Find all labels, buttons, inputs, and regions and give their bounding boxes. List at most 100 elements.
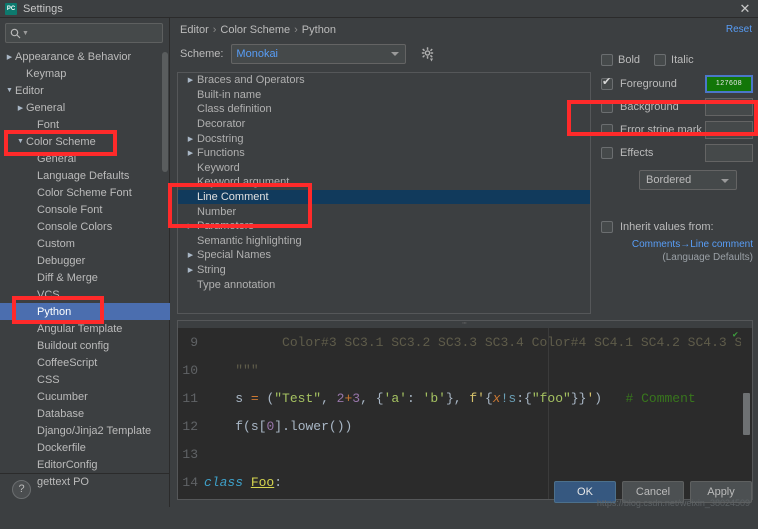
sidebar-item-language-defaults[interactable]: Language Defaults <box>0 167 170 184</box>
sidebar-item-python[interactable]: Python <box>0 303 170 320</box>
attribute-item-docstring[interactable]: ▶ Docstring <box>178 131 590 146</box>
attribute-item-type-annotation[interactable]: Type annotation <box>178 277 590 292</box>
breadcrumb-item[interactable]: Python <box>302 24 336 36</box>
code-token: , <box>360 390 376 406</box>
effects-type-select[interactable]: Bordered <box>639 170 737 190</box>
italic-option[interactable]: Italic <box>654 54 694 66</box>
sidebar-item-appearance-behavior[interactable]: ▶ Appearance & Behavior <box>0 48 170 65</box>
italic-checkbox[interactable] <box>654 54 667 66</box>
background-color-swatch[interactable] <box>705 97 753 116</box>
attribute-item-label: Functions <box>197 147 245 160</box>
sidebar-item-coffeescript[interactable]: CoffeeScript <box>0 354 170 371</box>
bold-checkbox[interactable] <box>601 54 613 66</box>
chevron-right-icon[interactable]: ▶ <box>184 135 197 143</box>
attribute-item-braces-and-operators[interactable]: ▶ Braces and Operators <box>178 73 590 88</box>
sidebar-item-database[interactable]: Database <box>0 405 170 422</box>
preview-splitter[interactable]: ⋯ <box>178 321 752 328</box>
chevron-down-icon[interactable]: ▼ <box>4 87 15 94</box>
attribute-item-decorator[interactable]: Decorator <box>178 117 590 132</box>
code-token: }} <box>570 390 587 406</box>
chevron-right-icon[interactable]: ▶ <box>184 76 197 84</box>
sidebar-item-label: Diff & Merge <box>37 271 98 284</box>
sidebar-item-css[interactable]: CSS <box>0 371 170 388</box>
code-line: 11 s = ("Test", 2+3, {'a': 'b'}, f'{x!s:… <box>178 384 752 412</box>
sidebar-item-dockerfile[interactable]: Dockerfile <box>0 439 170 456</box>
chevron-right-icon[interactable]: ▶ <box>4 53 15 61</box>
error-stripe-color-swatch[interactable] <box>705 120 753 139</box>
sidebar-item-angular-template[interactable]: Angular Template <box>0 320 170 337</box>
effects-type-value: Bordered <box>646 174 692 186</box>
effects-checkbox[interactable] <box>601 146 613 159</box>
title-bar: PC Settings ✕ <box>0 0 758 18</box>
code-preview[interactable]: ⋯ 9 Color#3 SC3.1 SC3.2 SC3.3 SC3.4 Colo… <box>177 320 753 500</box>
scheme-selected-value: Monokai <box>236 48 278 60</box>
sidebar-item-color-scheme[interactable]: ▼ Color Scheme <box>0 133 170 150</box>
error-stripe-checkbox[interactable] <box>601 123 613 136</box>
attribute-item-string[interactable]: ▶ String <box>178 263 590 278</box>
sidebar-item-django-jinja2-template[interactable]: Django/Jinja2 Template <box>0 422 170 439</box>
attribute-item-label: Semantic highlighting <box>197 234 302 247</box>
chevron-down-icon[interactable]: ▼ <box>15 138 26 145</box>
sidebar-item-diff-merge[interactable]: Diff & Merge <box>0 269 170 286</box>
chevron-right-icon[interactable]: ▶ <box>184 222 197 230</box>
sidebar-item-buildout-config[interactable]: Buildout config <box>0 337 170 354</box>
attribute-item-keyword[interactable]: Keyword <box>178 161 590 176</box>
code-token: 'a' <box>383 390 407 406</box>
sidebar-item-general[interactable]: ▶ General <box>0 99 170 116</box>
attribute-item-line-comment[interactable]: Line Comment <box>178 189 590 205</box>
editor-scrollbar-thumb[interactable] <box>743 393 750 435</box>
sidebar-item-debugger[interactable]: Debugger <box>0 252 170 269</box>
attribute-item-keyword-argument[interactable]: Keyword argument <box>178 175 590 190</box>
sidebar-item-general[interactable]: General <box>0 150 170 167</box>
background-checkbox[interactable] <box>601 100 613 113</box>
chevron-right-icon[interactable]: ▶ <box>15 104 26 112</box>
editor-scrollbar[interactable] <box>741 328 752 499</box>
sidebar-item-color-scheme-font[interactable]: Color Scheme Font <box>0 184 170 201</box>
code-token: s <box>235 390 251 406</box>
bold-option[interactable]: Bold <box>601 54 640 66</box>
close-icon[interactable]: ✕ <box>738 2 752 16</box>
attribute-item-special-names[interactable]: ▶ Special Names <box>178 248 590 263</box>
inherit-source-link[interactable]: Comments→Line comment <box>601 238 753 251</box>
attribute-item-parameters[interactable]: ▶ Parameters <box>178 219 590 234</box>
svg-text:▾: ▾ <box>430 58 433 63</box>
search-dropdown-caret[interactable]: ▼ <box>22 30 29 37</box>
breadcrumb-item[interactable]: Color Scheme <box>220 24 290 36</box>
sidebar-item-console-font[interactable]: Console Font <box>0 201 170 218</box>
foreground-color-swatch[interactable]: 127608 <box>705 74 753 93</box>
scheme-select[interactable]: Monokai <box>231 44 407 64</box>
sidebar-item-editorconfig[interactable]: EditorConfig <box>0 456 170 473</box>
color-attributes-list[interactable]: ▶ Braces and Operators Built-in name Class … <box>177 72 591 314</box>
chevron-right-icon[interactable]: ▶ <box>184 149 197 157</box>
code-token: lower <box>289 418 329 434</box>
code-token: { <box>524 390 532 406</box>
sidebar-item-custom[interactable]: Custom <box>0 235 170 252</box>
attribute-item-semantic-highlighting[interactable]: Semantic highlighting <box>178 234 590 249</box>
chevron-right-icon[interactable]: ▶ <box>184 266 197 274</box>
breadcrumb-separator: › <box>212 24 217 36</box>
effects-color-swatch[interactable] <box>705 143 753 162</box>
chevron-right-icon[interactable]: ▶ <box>184 251 197 259</box>
search-box[interactable]: ▼ <box>5 23 174 43</box>
sidebar-item-vcs[interactable]: VCS <box>0 286 170 303</box>
help-button[interactable]: ? <box>12 480 31 499</box>
pycharm-icon: PC <box>5 2 17 15</box>
sidebar-item-editor[interactable]: ▼ Editor <box>0 82 170 99</box>
foreground-checkbox[interactable] <box>601 76 613 90</box>
inherit-checkbox[interactable] <box>601 221 613 233</box>
attribute-item-functions[interactable]: ▶ Functions <box>178 146 590 161</box>
attribute-item-class-definition[interactable]: Class definition <box>178 102 590 117</box>
sidebar-scrollbar-thumb[interactable] <box>162 52 168 172</box>
reset-link[interactable]: Reset <box>726 24 752 35</box>
sidebar-item-font[interactable]: Font <box>0 116 170 133</box>
attribute-item-built-in-name[interactable]: Built-in name <box>178 88 590 103</box>
attribute-item-number[interactable]: Number <box>178 204 590 219</box>
breadcrumb-item[interactable]: Editor <box>180 24 209 36</box>
sidebar-item-cucumber[interactable]: Cucumber <box>0 388 170 405</box>
sidebar-item-console-colors[interactable]: Console Colors <box>0 218 170 235</box>
gear-icon[interactable]: ▾ <box>420 46 436 64</box>
search-input[interactable] <box>28 27 174 39</box>
sidebar-item-keymap[interactable]: Keymap <box>0 65 170 82</box>
